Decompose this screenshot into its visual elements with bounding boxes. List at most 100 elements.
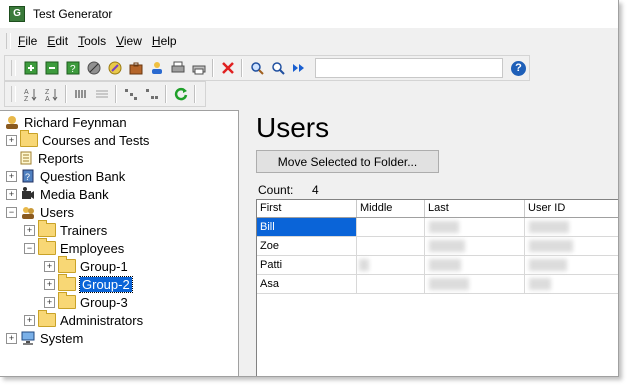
tree-node-employees[interactable]: − Employees — [24, 238, 124, 257]
cell-last[interactable] — [425, 275, 525, 293]
redacted-text — [529, 221, 569, 233]
tree-node-label: Users — [40, 204, 74, 220]
menu-help[interactable]: Help — [149, 34, 184, 48]
column-header-user-id[interactable]: User ID — [525, 200, 618, 217]
new-question-icon[interactable]: ? — [63, 59, 82, 77]
redacted-text — [429, 278, 469, 290]
expand-icon[interactable]: + — [6, 188, 17, 200]
table-row[interactable]: Asa — [257, 275, 618, 294]
tree-expand-icon[interactable] — [121, 85, 140, 103]
expand-icon[interactable]: + — [6, 170, 17, 182]
tree-node-label: Richard Feynman — [24, 114, 127, 130]
tree-node-label: System — [40, 330, 84, 346]
column-header-last[interactable]: Last — [425, 200, 525, 217]
cell-middle[interactable] — [357, 256, 425, 274]
tree-collapse-icon[interactable] — [142, 85, 161, 103]
tree-node-administrators[interactable]: + Administrators — [24, 310, 143, 329]
toolbar-grip — [11, 60, 16, 76]
cell-first[interactable]: Bill — [257, 218, 357, 236]
svg-text:Z: Z — [45, 89, 50, 96]
tree-node-label: Group-2 — [79, 275, 133, 293]
tree-node-root[interactable]: Richard Feynman — [4, 113, 127, 131]
cell-middle[interactable] — [357, 218, 425, 236]
expand-icon[interactable]: + — [24, 314, 35, 326]
expand-icon[interactable]: + — [44, 296, 55, 308]
help-icon[interactable]: ? — [511, 60, 526, 76]
fast-forward-icon[interactable] — [289, 59, 308, 77]
menu-edit[interactable]: Edit — [44, 34, 75, 48]
tree-node-system[interactable]: + System — [6, 329, 83, 347]
table-row[interactable]: Patti — [257, 256, 618, 275]
cell-last[interactable] — [425, 237, 525, 255]
grid-header: First Middle Last User ID — [257, 200, 618, 218]
redacted-text — [529, 240, 573, 252]
cell-middle[interactable] — [357, 275, 425, 293]
svg-text:?: ? — [70, 64, 76, 75]
tree-node-question-bank[interactable]: + ? Question Bank — [6, 167, 125, 185]
menu-tools[interactable]: Tools — [75, 34, 113, 48]
delete-icon[interactable] — [218, 59, 237, 77]
cell-first[interactable]: Asa — [257, 275, 357, 293]
tree-node-group-1[interactable]: + Group-1 — [44, 256, 128, 275]
expand-icon[interactable]: + — [44, 278, 55, 290]
table-row[interactable]: Zoe — [257, 237, 618, 256]
svg-text:A: A — [45, 96, 50, 101]
computer-icon — [20, 331, 36, 345]
tree-node-courses[interactable]: + Courses and Tests — [6, 130, 149, 149]
menu-view[interactable]: View — [113, 34, 149, 48]
folder-icon — [20, 130, 38, 147]
folder-tree: Richard Feynman + Courses and Tests Repo… — [0, 110, 239, 376]
tree-node-group-3[interactable]: + Group-3 — [44, 292, 128, 311]
title-bar: G Test Generator — [0, 0, 618, 28]
expand-icon[interactable]: + — [6, 332, 17, 344]
cell-first[interactable]: Patti — [257, 256, 357, 274]
tree-node-group-2[interactable]: + Group-2 — [44, 274, 133, 293]
sort-toolbar: AZ ZA — [4, 81, 206, 107]
column-header-first[interactable]: First — [257, 200, 357, 217]
columns-icon[interactable] — [71, 85, 90, 103]
search-icon[interactable] — [268, 59, 287, 77]
cell-middle[interactable] — [357, 237, 425, 255]
folder-icon — [58, 292, 76, 309]
edit-circle-icon[interactable] — [105, 59, 124, 77]
tree-node-media-bank[interactable]: + Media Bank — [6, 185, 109, 203]
cell-user-id[interactable] — [525, 256, 618, 274]
refresh-icon[interactable] — [171, 85, 190, 103]
tree-node-users[interactable]: − Users — [6, 203, 74, 221]
move-selected-button[interactable]: Move Selected to Folder... — [256, 150, 439, 173]
menu-file[interactable]: File — [15, 34, 44, 48]
column-header-middle[interactable]: Middle — [357, 200, 425, 217]
disc-icon[interactable] — [84, 59, 103, 77]
toolbar-separator — [212, 59, 214, 77]
print-preview-icon[interactable] — [189, 59, 208, 77]
sort-descending-icon[interactable]: ZA — [42, 85, 61, 103]
user-icon[interactable] — [147, 59, 166, 77]
cell-user-id[interactable] — [525, 275, 618, 293]
collapse-icon[interactable]: − — [6, 206, 17, 218]
sort-ascending-icon[interactable]: AZ — [21, 85, 40, 103]
media-icon — [20, 187, 36, 201]
cell-user-id[interactable] — [525, 237, 618, 255]
cell-user-id[interactable] — [525, 218, 618, 236]
toolbar-search-input[interactable] — [315, 58, 503, 78]
new-test-icon[interactable] — [42, 59, 61, 77]
tree-node-label: Group-1 — [80, 258, 128, 274]
tree-node-reports[interactable]: Reports — [18, 149, 84, 167]
expand-icon[interactable]: + — [44, 260, 55, 272]
expand-icon[interactable]: + — [6, 134, 17, 146]
tree-node-trainers[interactable]: + Trainers — [24, 220, 107, 239]
redacted-text — [529, 259, 567, 271]
cell-last[interactable] — [425, 256, 525, 274]
grid-icon[interactable] — [92, 85, 111, 103]
table-row[interactable]: Bill — [257, 218, 618, 237]
users-panel: Users Move Selected to Folder... Count: … — [242, 110, 618, 376]
collapse-icon[interactable]: − — [24, 242, 35, 254]
expand-icon[interactable]: + — [24, 224, 35, 236]
find-icon[interactable] — [247, 59, 266, 77]
print-icon[interactable] — [168, 59, 187, 77]
briefcase-icon[interactable] — [126, 59, 145, 77]
cell-first[interactable]: Zoe — [257, 237, 357, 255]
cell-last[interactable] — [425, 218, 525, 236]
redacted-text — [529, 278, 551, 290]
new-item-icon[interactable] — [21, 59, 40, 77]
